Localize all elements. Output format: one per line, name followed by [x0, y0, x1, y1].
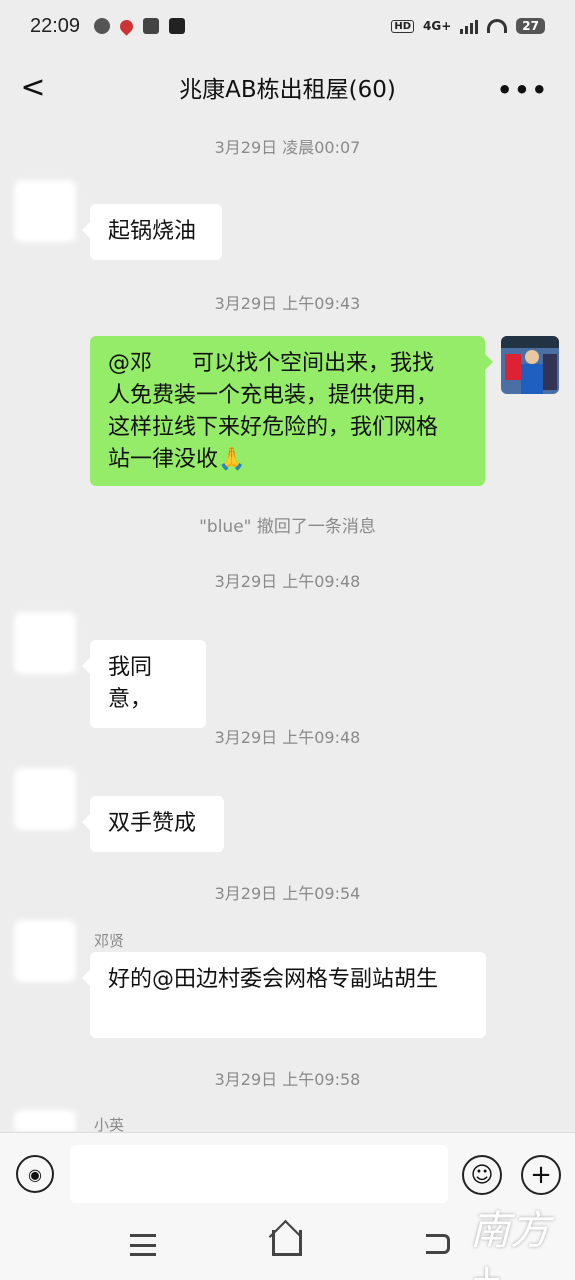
tiktok-icon [169, 18, 186, 34]
message-bubble[interactable]: 我同意， [82, 640, 206, 728]
status-time: 22:09 [30, 14, 81, 37]
message-text-line: 可以找个空间出来，我找 [192, 351, 435, 376]
message-text-line: 人免费装一个充电装，提供使用， [108, 383, 439, 408]
message-text-line: 这样拉线下来好危险的，我们网格 [108, 415, 439, 440]
avatar[interactable] [14, 612, 76, 674]
my-message-bubble[interactable]: @邓 可以找个空间出来，我找 人免费装一个充电装，提供使用， 这样拉线下来好危险的… [90, 336, 493, 486]
timestamp: 3月29日 上午09:54 [214, 884, 361, 903]
wifi-icon [487, 19, 508, 33]
sender-name: 邓贤 [94, 932, 125, 950]
back-button[interactable]: < [18, 70, 48, 105]
avatar[interactable] [14, 920, 76, 982]
location-pin-icon [117, 16, 136, 36]
status-bar: 22:09 HD 4G+ 27 [0, 0, 575, 52]
chat-title: 兆康AB栋出租屋(60) [179, 77, 396, 103]
timestamp: 3月29日 上午09:48 [214, 572, 361, 591]
message-bubble[interactable]: 双手赞成 [82, 796, 224, 852]
home-icon[interactable] [272, 1230, 302, 1256]
avatar[interactable] [14, 768, 76, 830]
my-avatar[interactable] [501, 336, 559, 394]
message-text-line: 站一律没收🙏 [108, 447, 246, 472]
chat-header: < 兆康AB栋出租屋(60) ••• [0, 52, 575, 122]
hd-icon: HD [391, 19, 415, 33]
timestamp: 3月29日 上午09:43 [214, 294, 361, 313]
back-nav-icon[interactable] [426, 1234, 450, 1254]
timestamp: 3月29日 上午09:48 [214, 728, 361, 747]
timestamp: 3月29日 上午09:58 [214, 1070, 361, 1089]
voice-input-icon[interactable]: ◉ [16, 1155, 54, 1193]
mail-icon [143, 18, 160, 34]
battery-icon: 27 [516, 18, 545, 34]
timestamp: 3月29日 凌晨00:07 [214, 138, 361, 157]
wechat-icon [94, 18, 111, 34]
emoji-icon[interactable]: ☺ [462, 1155, 502, 1195]
watermark-logo: 南方+ [470, 1208, 550, 1280]
status-right: HD 4G+ 27 [391, 18, 545, 34]
more-options-button[interactable]: ••• [497, 76, 549, 104]
mention-text: @邓 [108, 351, 153, 376]
plus-icon[interactable]: + [521, 1155, 561, 1195]
network-type: 4G+ [423, 19, 452, 33]
recall-notice: "blue" 撤回了一条消息 [199, 517, 376, 537]
menu-icon[interactable] [130, 1234, 156, 1256]
avatar[interactable] [14, 180, 76, 242]
message-bubble[interactable]: 好的@田边村委会网格专副站胡生 [82, 952, 486, 1038]
notification-icons [94, 16, 186, 36]
signal-icon [460, 18, 479, 34]
avatar[interactable] [14, 1110, 76, 1132]
message-input[interactable] [70, 1145, 448, 1203]
message-bubble[interactable]: 起锅烧油 [82, 204, 222, 260]
